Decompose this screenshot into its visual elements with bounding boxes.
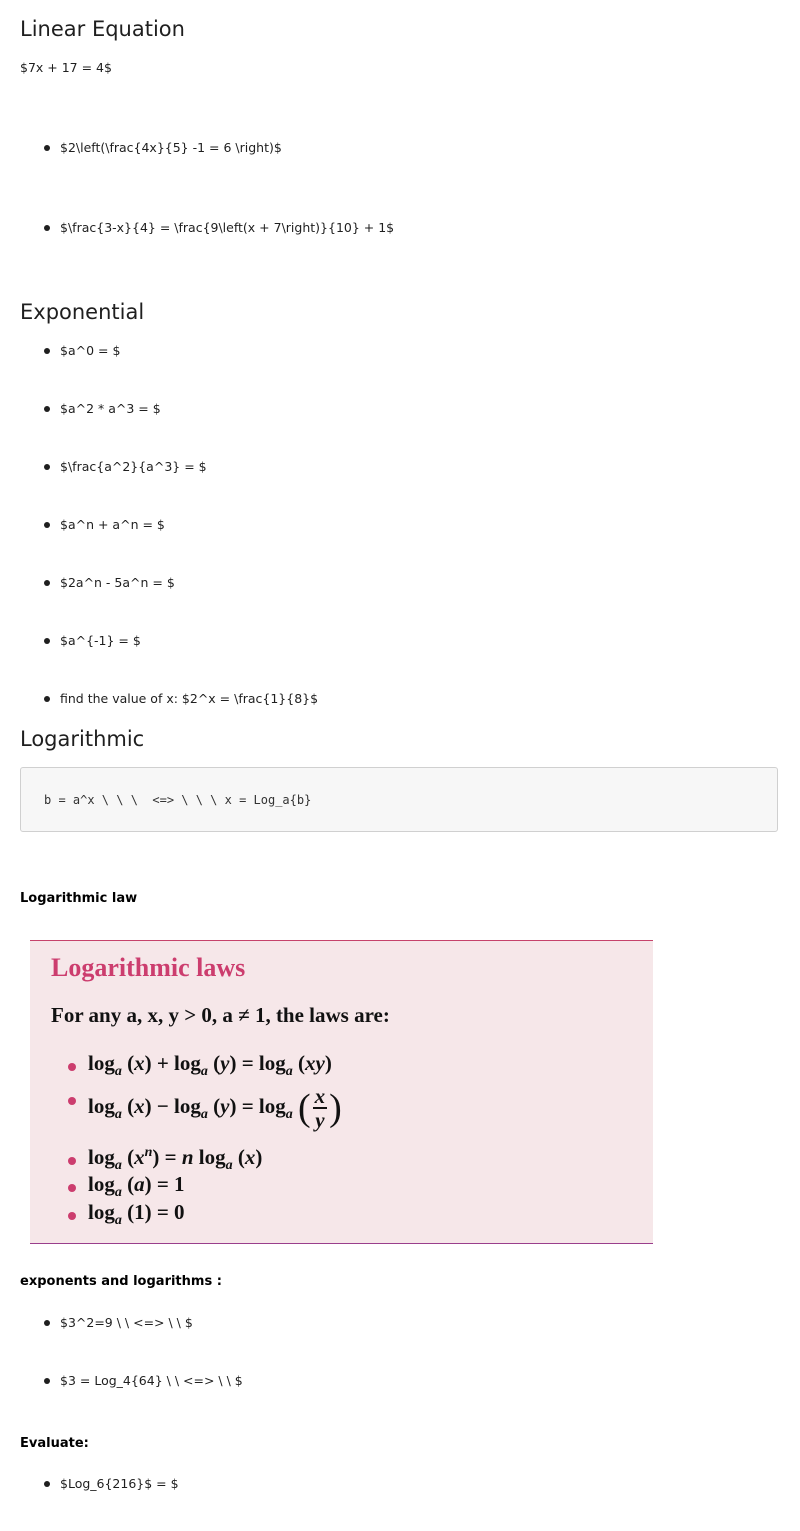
law-identity: loga (a) = 1 xyxy=(68,1172,185,1201)
notebook-page: Linear Equation $7x + 17 = 4$ $2\left(\f… xyxy=(0,0,800,1531)
code-text: b = a^x \ \ \ <=> \ \ \ x = Log_a{b} xyxy=(44,793,312,807)
list-item: $a^2 * a^3 = $ xyxy=(20,400,161,418)
list-item: $a^{-1} = $ xyxy=(20,632,141,650)
list-item: $3^2=9 \ \ <=> \ \ $ xyxy=(20,1314,193,1332)
code-block[interactable]: b = a^x \ \ \ <=> \ \ \ x = Log_a{b} xyxy=(20,767,778,832)
list-item: $\frac{a^2}{a^3} = $ xyxy=(20,458,207,476)
list-item: $2\left(\frac{4x}{5} -1 = 6 \right)$ xyxy=(20,139,282,157)
logarithmic-law-heading: Logarithmic law xyxy=(20,891,138,906)
linear-equation-heading: Linear Equation xyxy=(20,17,185,41)
exponential-heading: Exponential xyxy=(20,300,145,324)
law-zero: loga (1) = 0 xyxy=(68,1200,185,1229)
list-item: $2a^n - 5a^n = $ xyxy=(20,574,175,592)
list-item: find the value of x: $2^x = \frac{1}{8}$ xyxy=(20,690,318,708)
evaluate-heading: Evaluate: xyxy=(20,1436,89,1451)
list-item: $a^n + a^n = $ xyxy=(20,516,165,534)
list-item: $Log_6{216}$ = $ xyxy=(20,1475,179,1493)
law-product: loga (x) + loga (y) = loga (xy) xyxy=(68,1051,332,1080)
linear-intro-equation: $7x + 17 = 4$ xyxy=(20,60,112,75)
list-item: $3 = Log_4{64} \ \ <=> \ \ $ xyxy=(20,1372,243,1390)
logarithmic-laws-image: Logarithmic laws For any a, x, y > 0, a … xyxy=(30,940,653,1244)
list-item: $a^0 = $ xyxy=(20,342,120,360)
list-item: $\frac{3-x}{4} = \frac{9\left(x + 7\righ… xyxy=(20,219,394,237)
law-quotient: loga (x) − loga (y) = loga (x y) xyxy=(68,1084,342,1132)
laws-box-title: Logarithmic laws xyxy=(51,953,246,982)
laws-box-subtitle: For any a, x, y > 0, a ≠ 1, the laws are… xyxy=(51,1003,390,1027)
exponents-logarithms-heading: exponents and logarithms : xyxy=(20,1274,222,1289)
logarithmic-heading: Logarithmic xyxy=(20,727,145,751)
law-power: loga (xn) = n loga (x) xyxy=(67,1145,263,1174)
